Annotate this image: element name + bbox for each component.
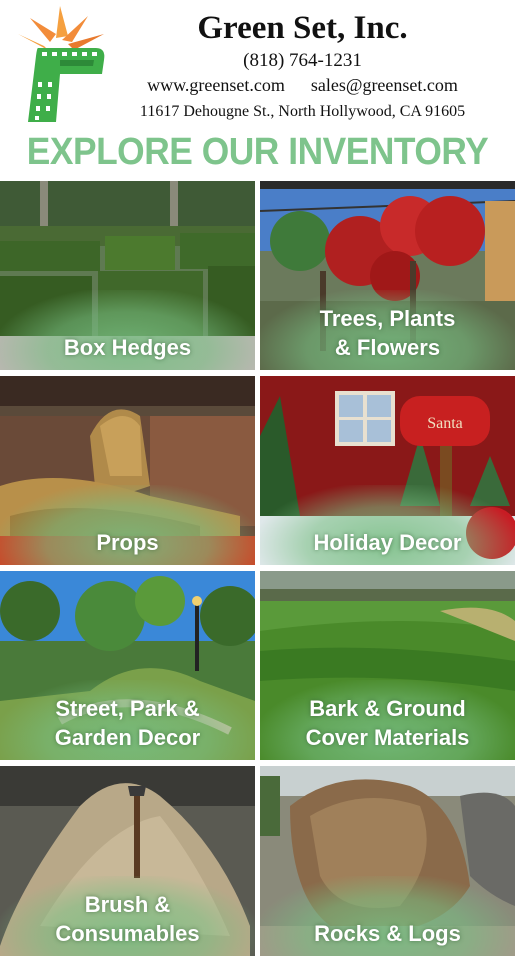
tile-label-line1: Street, Park & — [55, 696, 200, 721]
tile-box-hedges[interactable]: Box Hedges — [0, 181, 255, 370]
tile-label: Holiday Decor — [260, 528, 515, 557]
tile-label: Props — [0, 528, 255, 557]
tile-label-line1: Holiday Decor — [313, 530, 462, 555]
tile-label-line2: Cover Materials — [305, 725, 470, 750]
tile-rocks-logs[interactable]: Rocks & Logs — [260, 766, 515, 956]
page-title: EXPLORE OUR INVENTORY — [26, 131, 489, 173]
email-link[interactable]: sales@greenset.com — [311, 75, 458, 95]
tile-trees-plants-flowers[interactable]: Trees, Plants & Flowers — [260, 181, 515, 370]
tile-label: Box Hedges — [0, 333, 255, 362]
bird-of-paradise-film-icon — [18, 6, 105, 122]
tile-label: Trees, Plants & Flowers — [260, 304, 515, 362]
tile-label-line2: Garden Decor — [54, 725, 201, 750]
tile-label-line1: Props — [96, 530, 159, 555]
tile-label-line1: Brush & — [84, 892, 171, 917]
address: 11617 Dehougne St., North Hollywood, CA … — [139, 103, 466, 120]
tile-brush-consumables[interactable]: Brush & Consumables — [0, 766, 255, 956]
tile-label-line1: Bark & Ground — [309, 696, 466, 721]
tile-holiday-decor[interactable]: Santa Holiday Decor — [260, 376, 515, 565]
tile-label: Street, Park & Garden Decor — [0, 694, 255, 752]
tile-label: Brush & Consumables — [0, 890, 255, 948]
website-link[interactable]: www.greenset.com — [147, 75, 285, 95]
tile-label-line2: & Flowers — [334, 335, 441, 360]
contact-row: www.greenset.com sales@greenset.com — [130, 75, 475, 96]
tile-label: Rocks & Logs — [260, 919, 515, 948]
tile-props[interactable]: Props — [0, 376, 255, 565]
tile-label-line1: Trees, Plants — [319, 306, 456, 331]
tile-label: Bark & Ground Cover Materials — [260, 694, 515, 752]
tile-bark-ground-cover[interactable]: Bark & Ground Cover Materials — [260, 571, 515, 760]
santa-mailbox-sign: Santa — [427, 415, 463, 432]
company-name: Green Set, Inc. — [197, 10, 408, 46]
header: Green Set, Inc. (818) 764-1231 www.green… — [0, 0, 515, 132]
tile-label-line2: Consumables — [55, 921, 200, 946]
phone-number[interactable]: (818) 764-1231 — [130, 50, 475, 72]
tile-label-line1: Rocks & Logs — [314, 921, 461, 946]
tile-street-park-garden-decor[interactable]: Street, Park & Garden Decor — [0, 571, 255, 760]
green-set-logo[interactable] — [8, 4, 116, 122]
tile-label-line1: Box Hedges — [63, 335, 192, 360]
